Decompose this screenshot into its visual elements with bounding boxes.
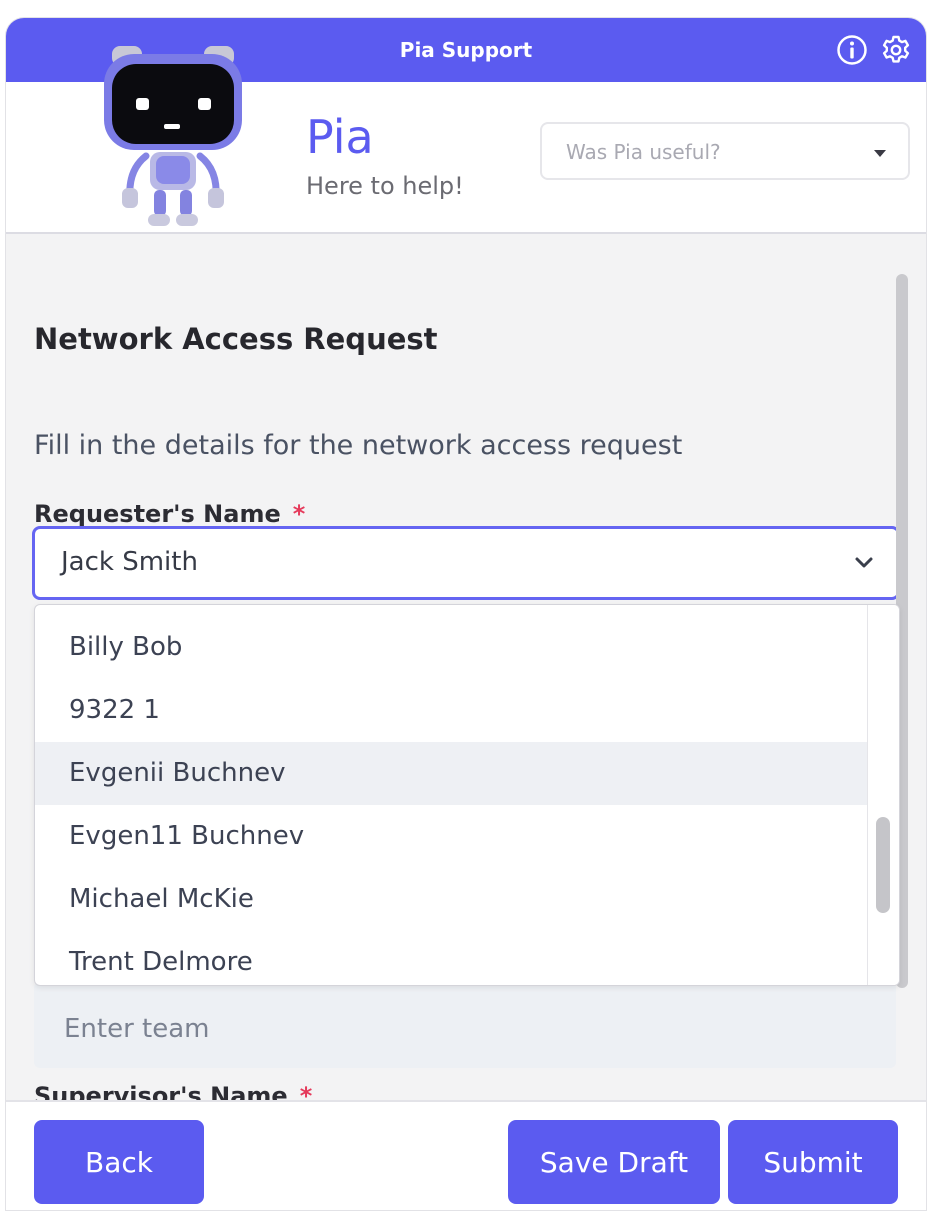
team-placeholder: Enter team bbox=[64, 1014, 210, 1044]
team-input[interactable]: Enter team bbox=[34, 982, 896, 1068]
form-description: Fill in the details for the network acce… bbox=[34, 430, 683, 461]
title-bar-icons bbox=[836, 34, 912, 66]
supervisor-name-label: Supervisor's Name * bbox=[34, 1082, 312, 1100]
requester-options-list: Billy Bob 9322 1 Evgenii Buchnev Evgen11… bbox=[34, 604, 900, 986]
option-trent-delmore[interactable]: Trent Delmore bbox=[35, 931, 867, 985]
submit-button[interactable]: Submit bbox=[728, 1120, 898, 1204]
option-billy-bob[interactable]: Billy Bob bbox=[35, 616, 867, 679]
assistant-tagline: Here to help! bbox=[306, 172, 464, 200]
gear-icon[interactable] bbox=[880, 34, 912, 66]
options-scrollbar-thumb[interactable] bbox=[876, 817, 890, 913]
assistant-name: Pia bbox=[306, 110, 374, 164]
option-evgenii-buchnev[interactable]: Evgenii Buchnev bbox=[35, 742, 867, 805]
required-marker: * bbox=[292, 500, 306, 528]
robot-avatar bbox=[98, 38, 248, 230]
feedback-placeholder: Was Pia useful? bbox=[566, 140, 721, 164]
feedback-select[interactable]: Was Pia useful? bbox=[540, 122, 910, 180]
option-evgen11-buchnev[interactable]: Evgen11 Buchnev bbox=[35, 805, 867, 868]
form-content: Network Access Request Fill in the detai… bbox=[6, 236, 926, 1100]
requester-name-label-text: Requester's Name bbox=[34, 500, 281, 528]
options-scrollbar-track[interactable] bbox=[867, 605, 899, 985]
save-draft-button[interactable]: Save Draft bbox=[508, 1120, 720, 1204]
back-button[interactable]: Back bbox=[34, 1120, 204, 1204]
requester-name-label: Requester's Name * bbox=[34, 500, 305, 528]
requester-name-value: Jack Smith bbox=[61, 547, 198, 577]
info-icon[interactable] bbox=[836, 34, 868, 66]
option-michael-mckie[interactable]: Michael McKie bbox=[35, 868, 867, 931]
assistant-header: Pia Here to help! Was Pia useful? bbox=[6, 46, 926, 234]
footer-actions: Back Save Draft Submit bbox=[6, 1100, 926, 1210]
requester-name-select[interactable]: Jack Smith bbox=[32, 526, 900, 600]
option-9322-1[interactable]: 9322 1 bbox=[35, 679, 867, 742]
required-marker: * bbox=[299, 1082, 313, 1100]
form-title: Network Access Request bbox=[34, 322, 438, 356]
support-window: Pia Support Pia Here to help! Was Pia us… bbox=[6, 18, 926, 1210]
caret-down-icon bbox=[874, 150, 886, 157]
window-title: Pia Support bbox=[399, 38, 533, 62]
chevron-down-icon bbox=[851, 549, 877, 575]
supervisor-name-label-text: Supervisor's Name bbox=[34, 1082, 288, 1100]
